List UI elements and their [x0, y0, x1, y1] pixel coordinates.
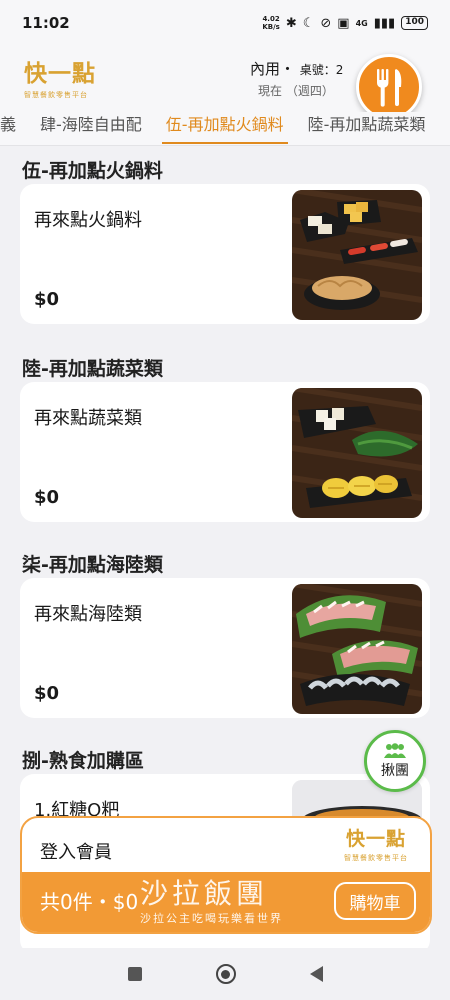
mute-icon: ⊘ — [320, 15, 332, 31]
item-price: $0 — [34, 487, 60, 508]
order-info: 內用・ 桌號：2 現在 （週四） — [250, 58, 343, 99]
bluetooth-icon: ✱ — [285, 15, 297, 31]
fork-knife-icon — [377, 69, 402, 107]
group-order-button[interactable]: 揪團 — [364, 730, 426, 792]
tab-category-6[interactable]: 陸-再加點蔬菜類 — [296, 112, 438, 145]
order-time: 現在 （週四） — [258, 84, 334, 98]
vegetables-image — [292, 388, 422, 518]
cart-panel: 登入會員 快一點 智慧餐飲零售平台 沙拉飯團 沙拉公主吃喝玩樂看世界 共0件・$… — [20, 816, 432, 934]
item-price: $0 — [34, 683, 60, 704]
menu-item-card[interactable]: 再來點蔬菜類 $0 — [20, 382, 430, 522]
system-nav-bar — [0, 948, 450, 1000]
item-price: $0 — [34, 289, 60, 310]
network-type: 4G — [355, 18, 368, 28]
tab-category-4[interactable]: 肆-海陸自由配 — [28, 112, 154, 145]
tab-category-9[interactable]: 義 — [0, 112, 28, 145]
home-button[interactable] — [215, 964, 236, 984]
section-title: 伍-再加點火鍋料 — [22, 160, 163, 182]
cart-summary: 共0件・$0 — [40, 890, 139, 914]
back-button[interactable] — [309, 966, 323, 982]
status-icons: 4.02 KB/s ✱ ☾ ⊘ ▣ 4G ▮▮▮ 100 — [262, 15, 428, 31]
menu-item-card[interactable]: 再來點海陸類 $0 — [20, 578, 430, 718]
seafood-meat-image — [292, 584, 422, 714]
people-icon — [384, 742, 406, 758]
section-title: 柒-再加點海陸類 — [22, 554, 163, 576]
table-number: 桌號：2 — [299, 63, 344, 77]
menu-item-card[interactable]: 再來點火鍋料 $0 — [20, 184, 430, 324]
status-time: 11:02 — [22, 14, 70, 32]
hotpot-ingredients-image — [292, 190, 422, 320]
cart-brand-logo: 快一點 智慧餐飲零售平台 — [344, 828, 408, 862]
menu-fork-button[interactable] — [356, 54, 422, 120]
dine-mode: 內用・ — [250, 60, 296, 78]
status-bar: 11:02 4.02 KB/s ✱ ☾ ⊘ ▣ 4G ▮▮▮ 100 — [0, 0, 450, 46]
item-name: 再來點火鍋料 — [34, 210, 142, 231]
recents-button[interactable] — [127, 967, 142, 981]
watermark: 沙拉飯團 沙拉公主吃喝玩樂看世界 — [140, 877, 283, 925]
group-order-label: 揪團 — [381, 762, 409, 779]
signal-icon: ▮▮▮ — [373, 15, 396, 31]
item-name: 再來點蔬菜類 — [34, 408, 142, 429]
section-title: 捌-熟食加購區 — [22, 750, 144, 772]
app-header: 快一點 智慧餐飲零售平台 內用・ 桌號：2 現在 （週四） — [0, 46, 450, 120]
wifi-off-icon: ▣ — [337, 15, 350, 31]
moon-icon: ☾ — [302, 15, 315, 31]
logo-subtext: 智慧餐飲零售平台 — [24, 91, 88, 99]
member-login-link[interactable]: 登入會員 — [40, 838, 112, 864]
tab-category-5[interactable]: 伍-再加點火鍋料 — [154, 112, 296, 145]
cart-button[interactable]: 購物車 — [334, 882, 416, 920]
category-tabs: 義 肆-海陸自由配 伍-再加點火鍋料 陸-再加點蔬菜類 — [0, 112, 450, 146]
battery-icon: 100 — [401, 16, 428, 30]
brand-logo[interactable]: 快一點 智慧餐飲零售平台 — [24, 54, 104, 100]
logo-text: 快一點 — [24, 61, 96, 87]
section-title: 陸-再加點蔬菜類 — [22, 358, 163, 380]
item-name: 再來點海陸類 — [34, 604, 142, 625]
cart-bar: 沙拉飯團 沙拉公主吃喝玩樂看世界 共0件・$0 購物車 — [22, 872, 430, 932]
net-speed: 4.02 KB/s — [262, 15, 280, 31]
